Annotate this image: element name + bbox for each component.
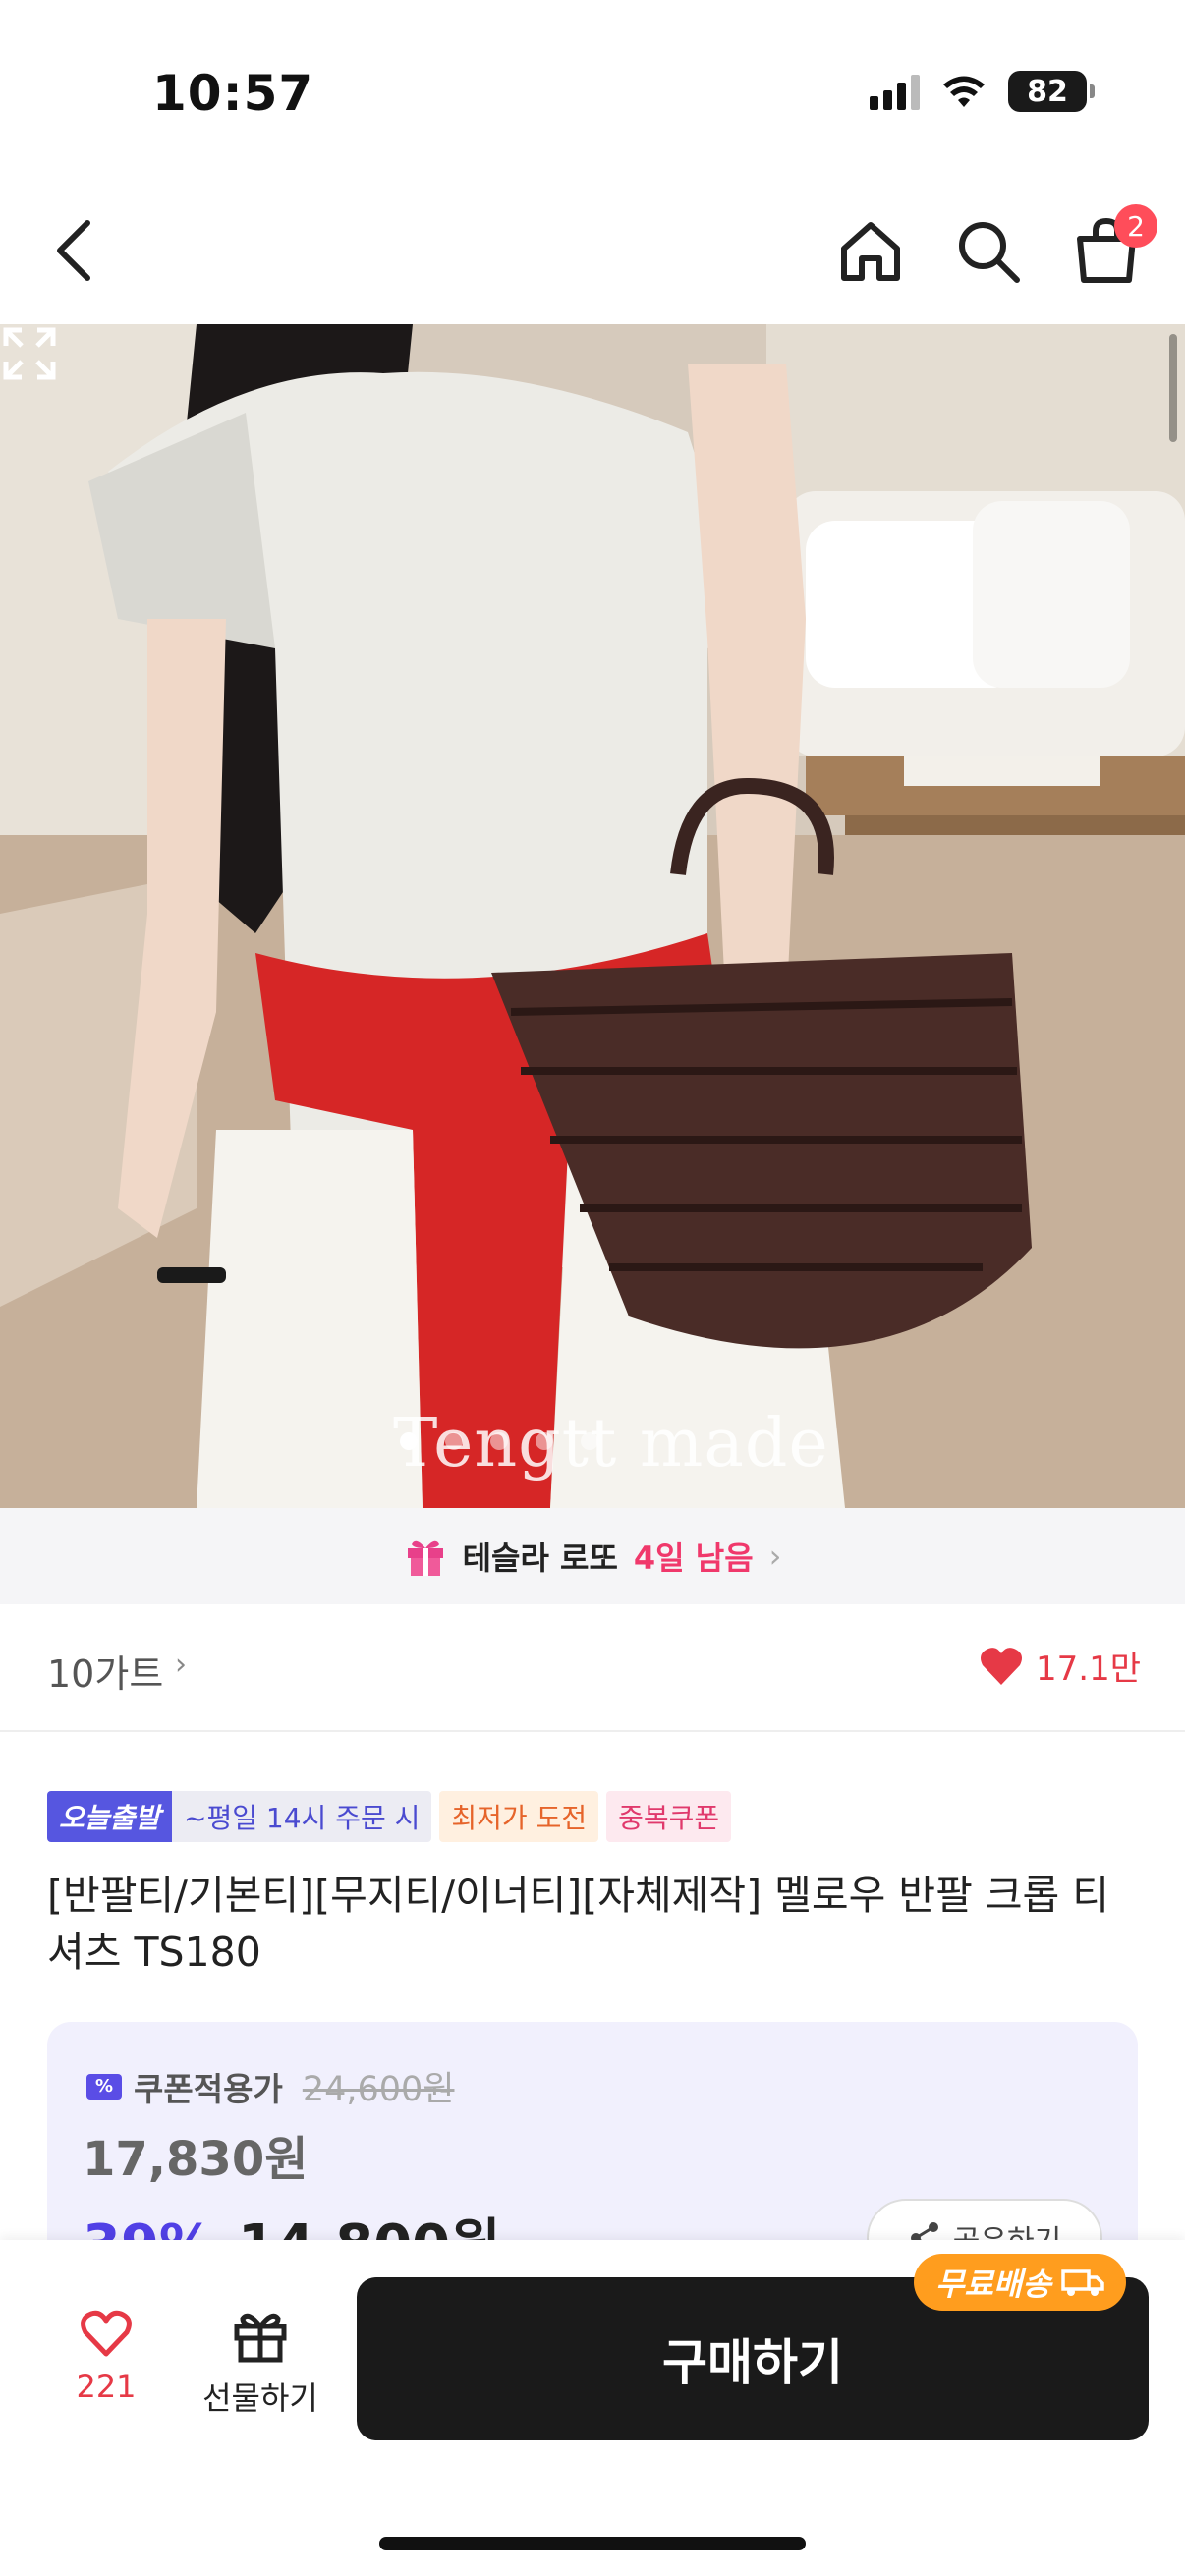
- lotto-label: 테슬라 로또: [462, 1540, 618, 1577]
- coupon-price-label: 쿠폰적용가: [134, 2069, 283, 2108]
- wifi-icon: [941, 74, 987, 109]
- truck-icon: [1061, 2269, 1104, 2296]
- lotto-banner[interactable]: 테슬라 로또 4일 남음 ›: [0, 1508, 1185, 1604]
- cart-button[interactable]: 2: [1067, 204, 1157, 291]
- expand-icon[interactable]: [0, 324, 59, 383]
- pagination-dot[interactable]: [536, 1432, 553, 1450]
- gift-outline-icon: [234, 2313, 287, 2363]
- free-shipping-label: 무료배송: [935, 2266, 1051, 2303]
- brand-like-count: 17.1만: [1036, 1650, 1141, 1689]
- coupon-price: 17,830원: [83, 2132, 309, 2187]
- cellular-signal-icon: [870, 73, 920, 110]
- gallery-scroll-indicator: [1169, 334, 1177, 442]
- status-time: 10:57: [152, 65, 314, 122]
- search-icon: [959, 222, 1020, 283]
- status-indicators: 82: [870, 71, 1095, 112]
- tag-weekday-cutoff: ~평일 14시 주문 시: [172, 1791, 432, 1842]
- home-button[interactable]: [831, 212, 910, 291]
- wishlist-button[interactable]: 221: [57, 2309, 155, 2405]
- gift-button[interactable]: 선물하기: [192, 2309, 329, 2419]
- battery-icon: 82: [1008, 71, 1095, 112]
- chevron-left-icon: [57, 220, 90, 281]
- pagination-dot[interactable]: [445, 1432, 463, 1450]
- chevron-right-icon: ›: [768, 1538, 782, 1575]
- pagination-dot[interactable]: [400, 1432, 418, 1450]
- gallery-pagination[interactable]: [0, 1432, 1185, 1450]
- product-photo: [0, 324, 1185, 1508]
- search-button[interactable]: [949, 212, 1028, 291]
- tag-double-coupon: 중복쿠폰: [606, 1791, 732, 1842]
- gift-label: 선물하기: [202, 2380, 318, 2417]
- chevron-right-icon: ›: [175, 1648, 187, 1682]
- status-bar: 10:57 82: [0, 0, 1185, 187]
- heart-outline-icon: [81, 2310, 132, 2357]
- heart-filled-icon: [981, 1647, 1023, 1685]
- cart-count-badge: 2: [1114, 204, 1157, 248]
- brand-name[interactable]: 10가트: [47, 1644, 163, 1698]
- pagination-dot[interactable]: [490, 1432, 508, 1450]
- battery-level: 82: [1027, 74, 1068, 109]
- price-box: % 쿠폰적용가 24,600원 17,830원 39% 14,800원 공유하기: [47, 2022, 1138, 2277]
- home-indicator: [379, 2537, 806, 2550]
- coupon-icon: %: [86, 2073, 122, 2100]
- product-tags: 오늘출발 ~평일 14시 주문 시 최저가 도전 중복쿠폰: [47, 1791, 732, 1842]
- home-icon: [841, 222, 900, 281]
- brand-like-button[interactable]: 17.1만: [979, 1642, 1141, 1690]
- bottom-action-bar: 221 선물하기 구매하기 무료배송: [0, 2240, 1185, 2576]
- nav-actions: 2: [831, 204, 1157, 291]
- gift-icon: [407, 1540, 443, 1576]
- product-title: [반팔티/기본티][무지티/이너티][자체제작] 멜로우 반팔 크롭 티셔츠 T…: [47, 1872, 1110, 1976]
- nav-bar: 2: [0, 187, 1185, 324]
- lotto-days-left: 4일 남음: [633, 1540, 754, 1577]
- wishlist-count: 221: [76, 2368, 137, 2405]
- brand-row: 10가트 › 17.1만: [0, 1604, 1185, 1732]
- free-shipping-badge: 무료배송: [914, 2254, 1126, 2311]
- back-button[interactable]: [39, 216, 108, 285]
- original-price: 24,600원: [302, 2070, 455, 2109]
- tag-today-shipping: 오늘출발: [47, 1791, 173, 1842]
- pagination-dot[interactable]: [581, 1432, 598, 1450]
- tag-lowest-price: 최저가 도전: [439, 1791, 599, 1842]
- coupon-row: % 쿠폰적용가 24,600원: [86, 2061, 454, 2111]
- product-image-gallery[interactable]: Tengtt made: [0, 324, 1185, 1508]
